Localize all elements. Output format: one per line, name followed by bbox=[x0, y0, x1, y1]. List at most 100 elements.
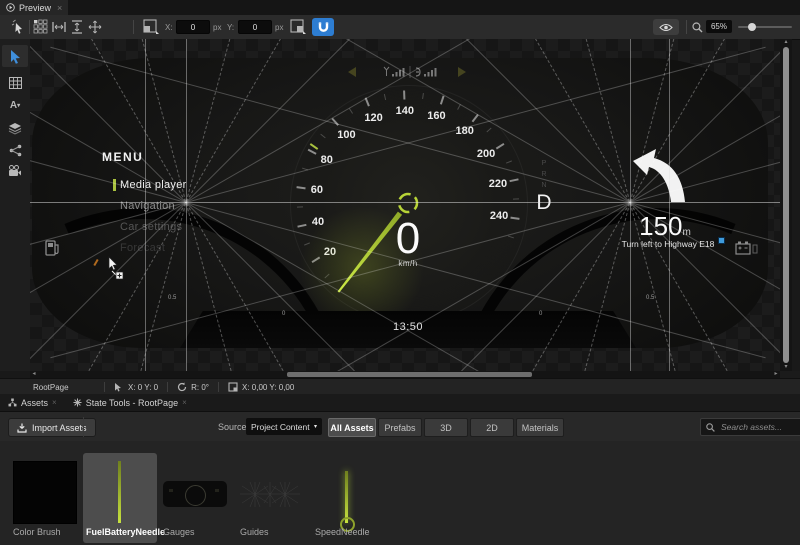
battery-icon bbox=[735, 240, 759, 256]
status-separator bbox=[104, 382, 105, 392]
cluster-overlay-graphics bbox=[32, 58, 768, 348]
assets-tab-icon bbox=[8, 398, 17, 407]
distribute-vertical-icon[interactable] bbox=[71, 20, 83, 34]
visibility-button[interactable] bbox=[653, 19, 679, 35]
gauges-thumb-dial bbox=[185, 485, 206, 506]
asset-thumb-speedneedle[interactable] bbox=[345, 471, 348, 523]
gauges-thumb-detail bbox=[169, 489, 173, 492]
x-position-input[interactable] bbox=[176, 20, 210, 34]
tool-layers[interactable] bbox=[2, 117, 28, 139]
current-page-name[interactable]: RootPage bbox=[33, 383, 95, 392]
nav-instruction: Turn left to Highway E18 bbox=[585, 239, 751, 249]
filter-all-assets[interactable]: All Assets bbox=[328, 418, 376, 437]
layers-icon bbox=[8, 122, 22, 135]
asset-label-guides: Guides bbox=[240, 527, 269, 537]
filter-prefabs[interactable]: Prefabs bbox=[378, 418, 422, 437]
assets-toolbar: Import Assets Source Project Content ▾ A… bbox=[0, 411, 800, 442]
grid-arrange-icon[interactable] bbox=[33, 19, 48, 34]
status-rotation: R: 0° bbox=[177, 382, 209, 392]
canvas-vertical-scrollbar[interactable]: ▴ ▾ bbox=[780, 39, 792, 371]
assets-grid: Color Brush FuelBatteryNeedle Gauges Gui… bbox=[0, 441, 800, 545]
tab-assets-close-icon[interactable]: × bbox=[52, 398, 57, 407]
source-dropdown[interactable]: Project Content ▾ bbox=[246, 418, 322, 435]
turn-left-arrow-icon bbox=[633, 149, 685, 202]
gear-p: P bbox=[537, 158, 551, 169]
tool-connections[interactable] bbox=[2, 139, 28, 161]
asset-tile-fuelbatteryneedle-selected[interactable]: FuelBatteryNeedle bbox=[83, 453, 157, 543]
gear-r: R bbox=[537, 169, 551, 180]
tab-assets[interactable]: Assets × bbox=[0, 394, 65, 411]
zoom-slider[interactable] bbox=[738, 26, 792, 28]
tab-state-tools-close-icon[interactable]: × bbox=[182, 398, 187, 407]
tool-select[interactable] bbox=[2, 45, 28, 67]
asset-thumb-gauges[interactable] bbox=[163, 481, 227, 507]
toolbar-separator bbox=[29, 20, 30, 34]
filter-2d[interactable]: 2D bbox=[470, 418, 514, 437]
dropdown-caret-icon: ▾ bbox=[314, 423, 317, 430]
vertical-scroll-thumb[interactable] bbox=[783, 47, 789, 363]
mouse-cursor-copy-icon bbox=[108, 256, 130, 280]
state-tools-tab-icon bbox=[73, 398, 82, 407]
fuel-pump-icon bbox=[44, 239, 62, 257]
guide-handle[interactable] bbox=[718, 237, 725, 244]
table-icon bbox=[9, 77, 22, 89]
layout-icon[interactable] bbox=[290, 19, 306, 34]
asset-thumb-color-brush[interactable] bbox=[13, 461, 77, 524]
design-canvas[interactable]: MENU Media player Navigation Car setting… bbox=[30, 39, 780, 371]
zoom-level-value[interactable]: 65% bbox=[706, 20, 732, 33]
scroll-up-icon[interactable]: ▴ bbox=[780, 39, 792, 46]
gear-options: P R N bbox=[537, 158, 551, 191]
gauges-thumb-detail bbox=[215, 489, 219, 492]
bounds-icon bbox=[228, 382, 238, 392]
tab-state-tools-label: State Tools - RootPage bbox=[86, 398, 178, 408]
cluster-bottom-band: 13:50 bbox=[180, 311, 636, 348]
toolbar-separator bbox=[133, 20, 134, 34]
center-distribute-icon[interactable] bbox=[88, 20, 102, 34]
anchor-dock-icon[interactable] bbox=[143, 19, 159, 34]
tab-preview-close-icon[interactable]: × bbox=[57, 3, 62, 13]
asset-thumb-fuelbatteryneedle bbox=[118, 461, 121, 523]
magnet-icon bbox=[317, 21, 330, 34]
instrument-cluster-artboard[interactable]: MENU Media player Navigation Car setting… bbox=[32, 58, 768, 348]
top-tab-strip: Preview × bbox=[0, 0, 800, 15]
play-icon bbox=[6, 3, 15, 12]
scroll-right-icon[interactable]: ▸ bbox=[772, 371, 780, 378]
connections-icon bbox=[9, 144, 22, 157]
camera-icon bbox=[8, 165, 22, 177]
bottom-panel-tabs: Assets × State Tools - RootPage × bbox=[0, 394, 800, 411]
pointer-click-icon[interactable] bbox=[11, 19, 26, 35]
scrollbar-corner bbox=[780, 371, 800, 378]
app-window: Preview × X: px Y: px bbox=[0, 0, 800, 545]
canvas-horizontal-scrollbar[interactable]: ◂ ▸ bbox=[30, 371, 780, 378]
select-arrow-icon bbox=[9, 49, 22, 64]
tool-text[interactable]: A▾ bbox=[2, 95, 28, 117]
y-unit-label: px bbox=[275, 23, 283, 32]
scroll-left-icon[interactable]: ◂ bbox=[30, 371, 38, 378]
horizontal-scroll-thumb[interactable] bbox=[287, 372, 532, 377]
distribute-horizontal-icon[interactable] bbox=[52, 21, 66, 33]
zoom-slider-knob[interactable] bbox=[748, 23, 756, 31]
canvas-toolbar: X: px Y: px 65% bbox=[0, 15, 800, 40]
tab-assets-label: Assets bbox=[21, 398, 48, 408]
search-input[interactable] bbox=[719, 421, 793, 433]
y-position-input[interactable] bbox=[238, 20, 272, 34]
status-position: X: 0 Y: 0 bbox=[114, 382, 158, 392]
scroll-down-icon[interactable]: ▾ bbox=[780, 364, 792, 371]
tab-state-tools[interactable]: State Tools - RootPage × bbox=[65, 394, 195, 411]
speed-unit: km/h bbox=[348, 259, 468, 268]
snap-toggle-button[interactable] bbox=[312, 18, 334, 36]
filter-3d[interactable]: 3D bbox=[424, 418, 468, 437]
x-position-label: X: bbox=[165, 23, 173, 32]
asset-label-speedneedle: SpeedNeedle bbox=[315, 527, 370, 537]
assets-toolbar-separator bbox=[83, 417, 84, 437]
tool-table[interactable] bbox=[2, 72, 28, 94]
source-dropdown-value: Project Content bbox=[251, 422, 310, 432]
text-tool-icon: A▾ bbox=[10, 101, 20, 111]
tool-camera[interactable] bbox=[2, 160, 28, 182]
x-unit-label: px bbox=[213, 23, 221, 32]
nav-distance-unit: m bbox=[683, 227, 691, 238]
assets-search-field[interactable] bbox=[700, 418, 800, 436]
asset-thumb-guides[interactable] bbox=[240, 482, 300, 507]
filter-materials[interactable]: Materials bbox=[516, 418, 564, 437]
tab-preview[interactable]: Preview × bbox=[0, 0, 68, 15]
